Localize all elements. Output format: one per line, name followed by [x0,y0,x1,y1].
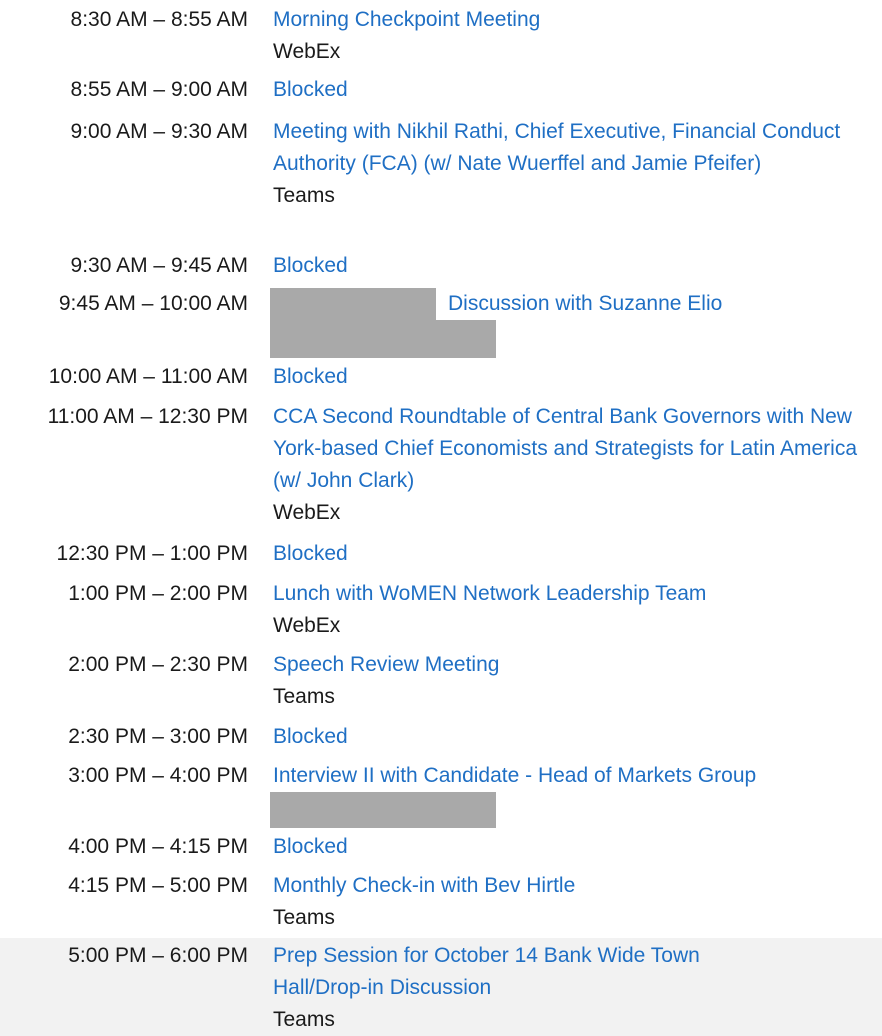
entry-title-link[interactable]: Discussion with Suzanne Elio [273,288,878,320]
entry-details: Discussion with Suzanne Elio [273,288,878,320]
entry-location: WebEx [273,614,341,637]
redaction-block [270,792,496,828]
schedule-entry: 1:00 PM – 2:00 PM Lunch with WoMEN Netwo… [0,578,882,642]
schedule-entry: 12:30 PM – 1:00 PM Blocked [0,538,882,570]
entry-time: 9:00 AM – 9:30 AM [70,120,248,143]
entry-details: Blocked [273,361,878,393]
schedule-entry: 4:00 PM – 4:15 PM Blocked [0,831,882,863]
schedule-entry: 8:30 AM – 8:55 AM Morning Checkpoint Mee… [0,4,882,68]
entry-time: 9:30 AM – 9:45 AM [70,254,248,277]
entry-location: Teams [273,685,335,708]
schedule-entry: 3:00 PM – 4:00 PM Interview II with Cand… [0,760,882,828]
entry-title-link[interactable]: Blocked [273,74,363,106]
entry-title-link[interactable]: Blocked [273,831,878,863]
entry-details: Blocked [273,74,878,106]
entry-details: Blocked [273,538,878,570]
entry-details: Blocked [273,831,878,863]
entry-location: Teams [273,906,335,929]
schedule-entry: 2:30 PM – 3:00 PM Blocked [0,721,882,753]
entry-time: 10:00 AM – 11:00 AM [48,365,248,388]
entry-time: 1:00 PM – 2:00 PM [68,582,248,605]
entry-title-link[interactable]: Interview II with Candidate - Head of Ma… [273,760,878,792]
entry-details: Blocked [273,250,878,282]
entry-time: 4:00 PM – 4:15 PM [68,835,248,858]
entry-title-link[interactable]: Blocked [273,361,878,393]
entry-details: Prep Session for October 14 Bank Wide To… [273,940,793,1036]
entry-time: 4:15 PM – 5:00 PM [68,874,248,897]
schedule-entry: 4:15 PM – 5:00 PM Monthly Check-in with … [0,870,882,934]
entry-time: 11:00 AM – 12:30 PM [47,405,248,428]
schedule-entry: 8:55 AM – 9:00 AM Blocked [0,74,882,106]
entry-location: WebEx [273,501,341,524]
entry-location: Teams [273,1008,335,1031]
entry-location: WebEx [273,40,341,63]
schedule-entry: 9:45 AM – 10:00 AM Discussion with Suzan… [0,288,882,358]
entry-title-link[interactable]: Prep Session for October 14 Bank Wide To… [273,940,793,1004]
entry-title-link[interactable]: Blocked [273,250,878,282]
schedule-entry: 2:00 PM – 2:30 PM Speech Review Meeting … [0,649,882,713]
entry-details: Meeting with Nikhil Rathi, Chief Executi… [273,116,863,212]
entry-details: Lunch with WoMEN Network Leadership Team… [273,578,878,642]
entry-title-link[interactable]: Speech Review Meeting [273,649,878,681]
schedule-entry: 9:30 AM – 9:45 AM Blocked [0,250,882,282]
schedule-entry: 9:00 AM – 9:30 AM Meeting with Nikhil Ra… [0,116,882,244]
entry-title-link[interactable]: Blocked [273,721,878,753]
entry-title-link[interactable]: CCA Second Roundtable of Central Bank Go… [273,401,879,497]
entry-title-link[interactable]: Morning Checkpoint Meeting [273,4,878,36]
entry-location: Teams [273,184,335,207]
entry-details: Speech Review Meeting Teams [273,649,878,713]
entry-details: Morning Checkpoint Meeting WebEx [273,4,878,68]
entry-title-link[interactable]: Blocked [273,538,878,570]
entry-time: 3:00 PM – 4:00 PM [68,764,248,787]
entry-details: Blocked [273,721,878,753]
schedule-entry: 5:00 PM – 6:00 PM Prep Session for Octob… [0,938,882,1036]
entry-details: Monthly Check-in with Bev Hirtle Teams [273,870,878,934]
entry-time: 8:30 AM – 8:55 AM [70,8,248,31]
entry-time: 2:30 PM – 3:00 PM [68,725,248,748]
redaction-block [270,320,496,358]
schedule-entry: 11:00 AM – 12:30 PM CCA Second Roundtabl… [0,401,882,529]
entry-details: Interview II with Candidate - Head of Ma… [273,760,878,792]
schedule-list: 8:30 AM – 8:55 AM Morning Checkpoint Mee… [0,0,882,1036]
entry-title-link[interactable]: Meeting with Nikhil Rathi, Chief Executi… [273,116,863,180]
entry-details: CCA Second Roundtable of Central Bank Go… [273,401,879,529]
entry-time: 9:45 AM – 10:00 AM [58,292,248,315]
entry-time: 5:00 PM – 6:00 PM [68,944,248,967]
entry-title-link[interactable]: Lunch with WoMEN Network Leadership Team [273,578,878,610]
entry-time: 8:55 AM – 9:00 AM [70,78,248,101]
schedule-entry: 10:00 AM – 11:00 AM Blocked [0,361,882,393]
entry-time: 12:30 PM – 1:00 PM [56,542,248,565]
entry-time: 2:00 PM – 2:30 PM [68,653,248,676]
entry-title-link[interactable]: Monthly Check-in with Bev Hirtle [273,870,878,902]
